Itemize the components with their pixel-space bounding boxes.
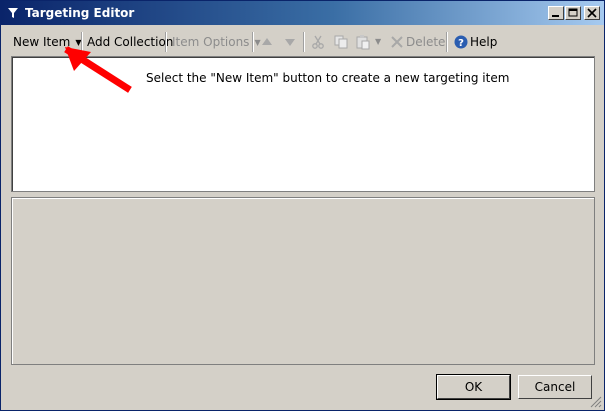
toolbar-separator bbox=[165, 32, 167, 52]
close-icon bbox=[587, 8, 597, 18]
title-bar[interactable]: Targeting Editor bbox=[1, 1, 604, 25]
close-button[interactable] bbox=[584, 6, 600, 20]
chevron-down-icon[interactable]: ▼ bbox=[375, 29, 381, 55]
item-properties-panel bbox=[11, 197, 595, 365]
svg-text:?: ? bbox=[458, 38, 464, 49]
empty-list-message: Select the "New Item" button to create a… bbox=[146, 71, 510, 85]
toolbar-separator bbox=[446, 32, 448, 52]
minimize-button[interactable] bbox=[548, 6, 564, 20]
item-options-label: Item Options bbox=[172, 35, 250, 49]
window-title: Targeting Editor bbox=[25, 6, 135, 20]
ok-button[interactable]: OK bbox=[436, 374, 511, 400]
item-options-button[interactable]: Item Options ▼ bbox=[172, 29, 261, 55]
delete-button[interactable]: Delete bbox=[406, 29, 445, 55]
annotation-arrow-icon bbox=[64, 46, 132, 93]
help-button[interactable]: Help bbox=[470, 29, 497, 55]
move-up-icon[interactable] bbox=[259, 34, 275, 50]
copy-icon[interactable] bbox=[333, 34, 349, 50]
maximize-icon bbox=[568, 8, 578, 17]
resize-grip-icon[interactable] bbox=[590, 396, 602, 408]
toolbar-separator bbox=[252, 32, 254, 52]
help-icon[interactable]: ? bbox=[453, 34, 469, 50]
maximize-button[interactable] bbox=[565, 6, 581, 20]
minimize-icon bbox=[552, 15, 559, 17]
cut-icon[interactable] bbox=[310, 34, 326, 50]
paste-icon[interactable] bbox=[355, 34, 371, 50]
move-down-icon[interactable] bbox=[282, 34, 298, 50]
targeting-editor-window: Targeting Editor New Item ▼ Add Collectio… bbox=[0, 0, 605, 411]
toolbar-separator bbox=[303, 32, 305, 52]
cancel-button[interactable]: Cancel bbox=[518, 375, 592, 399]
delete-icon[interactable] bbox=[389, 34, 405, 50]
filter-icon bbox=[7, 7, 19, 19]
